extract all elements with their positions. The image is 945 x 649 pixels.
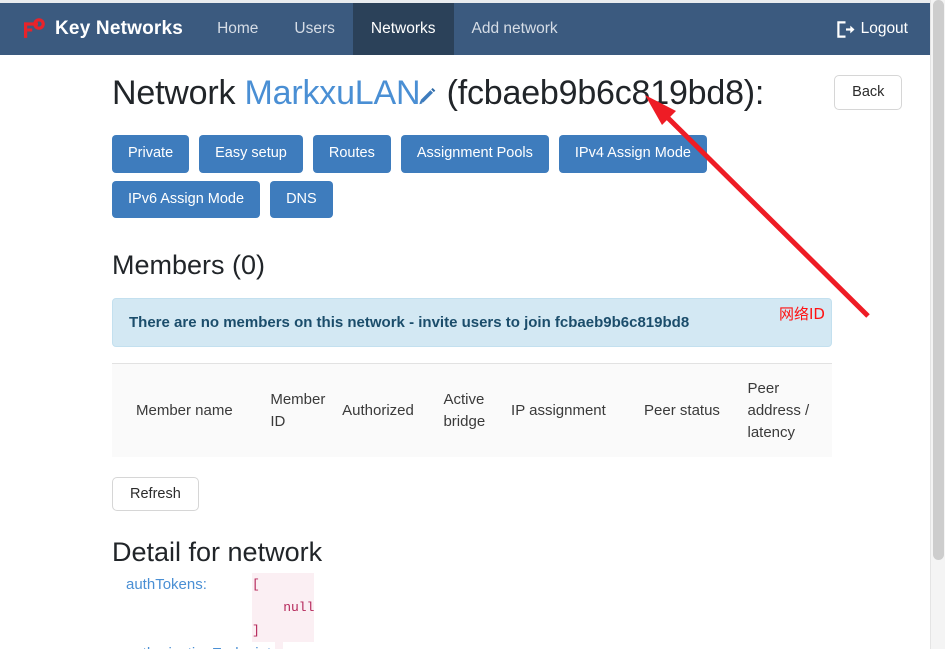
easy-setup-button[interactable]: Easy setup (199, 135, 303, 173)
no-members-alert: There are no members on this network - i… (112, 298, 832, 348)
json-key: authTokens: (126, 576, 207, 594)
private-button[interactable]: Private (112, 135, 190, 173)
ipv6-assign-mode-button[interactable]: IPv6 Assign Mode (112, 180, 261, 219)
refresh-button[interactable]: Refresh (112, 477, 199, 512)
routes-button[interactable]: Routes (312, 135, 391, 173)
nav-links: Home Users Networks Add network (199, 3, 576, 55)
brand-label: Key Networks (55, 18, 184, 39)
brand-logo[interactable]: Key Networks (0, 3, 199, 55)
app-screen: Key Networks Home Users Networks Add net… (0, 0, 945, 649)
dns-button[interactable]: DNS (270, 180, 333, 219)
nav-link-add-network[interactable]: Add network (454, 3, 576, 55)
members-table-head: Member name Member ID Authorized Active … (112, 364, 832, 457)
page-title-suffix: (fcbaeb9b6c819bd8): (446, 74, 765, 112)
table-header-row: Member name Member ID Authorized Active … (112, 364, 832, 457)
pencil-icon[interactable] (418, 74, 437, 105)
members-table: Member name Member ID Authorized Active … (112, 364, 832, 457)
page-scrollbar[interactable] (930, 0, 945, 649)
nav-link-users[interactable]: Users (276, 3, 352, 55)
members-table-wrapper: Member name Member ID Authorized Active … (112, 363, 832, 458)
ipv4-assign-mode-button[interactable]: IPv4 Assign Mode (558, 135, 707, 173)
json-value: [ null ] (252, 573, 315, 643)
page-container: Network MarkxuLAN (fcbaeb9b6c819bd8): Ba… (0, 55, 930, 649)
network-name-link[interactable]: MarkxuLAN (245, 74, 421, 112)
col-authorized: Authorized (342, 401, 414, 419)
col-active-bridge: Active bridge (443, 391, 486, 430)
logout-label: Logout (860, 20, 908, 37)
annotation-label-network-id: 网络ID (779, 305, 825, 323)
nav-link-networks[interactable]: Networks (352, 3, 454, 55)
json-value (275, 642, 284, 649)
setting-buttons-row: Private Easy setup Routes Assignment Poo… (112, 135, 824, 219)
members-heading: Members (0) (112, 250, 266, 281)
logout-button[interactable]: Logout (826, 3, 930, 55)
col-peer-status: Peer status (644, 401, 720, 419)
nav-link-home[interactable]: Home (199, 3, 276, 55)
scrollbar-thumb[interactable] (933, 0, 944, 560)
assignment-pools-button[interactable]: Assignment Pools (400, 135, 549, 173)
page-title-row: Network MarkxuLAN (fcbaeb9b6c819bd8): Ba… (112, 71, 930, 125)
key-icon (22, 18, 46, 40)
page-title-prefix: Network (112, 74, 236, 112)
col-peer-address-latency: Peer address / latency (747, 380, 810, 441)
json-entry-authtokens: authTokens: [ null ] (126, 573, 930, 643)
navbar: Key Networks Home Users Networks Add net… (0, 3, 930, 55)
detail-heading: Detail for network (112, 537, 323, 568)
json-key: authorizationEndpoint: (126, 642, 275, 649)
sign-out-icon (836, 20, 855, 38)
col-ip-assignment: IP assignment (511, 401, 606, 419)
col-member-id: Member ID (270, 391, 326, 430)
back-button[interactable]: Back (834, 75, 903, 110)
col-member-name: Member name (136, 401, 233, 419)
network-detail-json: authTokens: [ null ] authorizationEndpoi… (112, 573, 930, 649)
json-entry-authorizationendpoint: authorizationEndpoint: (126, 642, 930, 649)
page-title: Network MarkxuLAN (fcbaeb9b6c819bd8): (112, 71, 764, 115)
